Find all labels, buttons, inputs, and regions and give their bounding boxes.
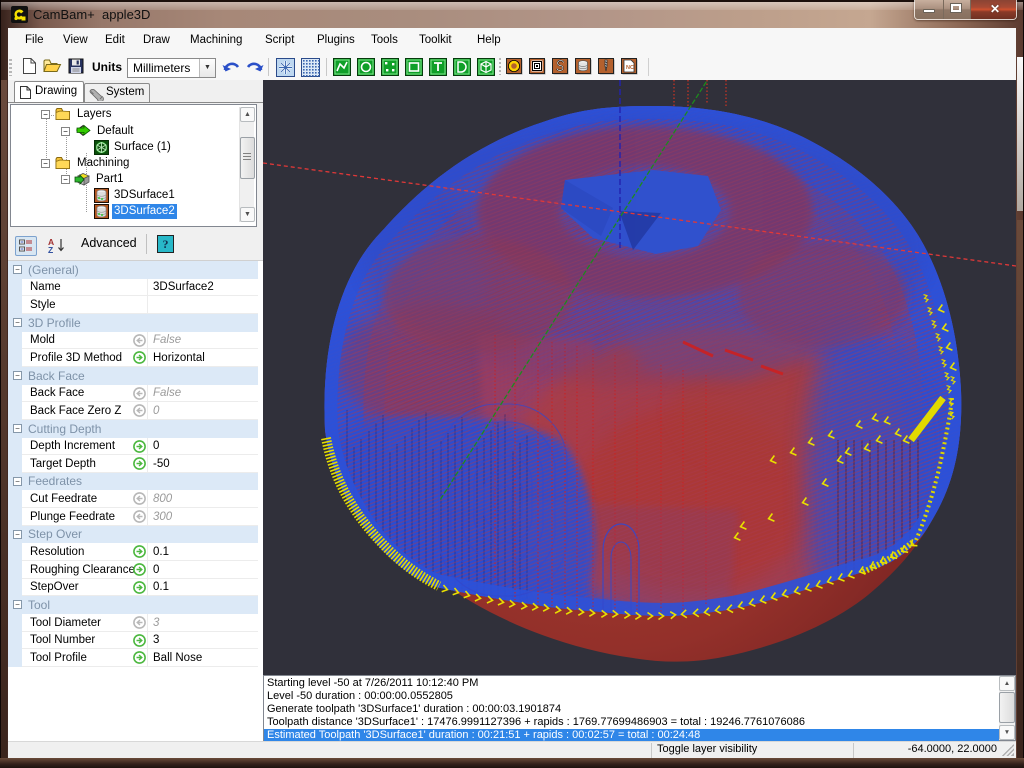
svg-text:NC: NC — [626, 65, 634, 71]
svg-text:Z: Z — [48, 245, 53, 254]
